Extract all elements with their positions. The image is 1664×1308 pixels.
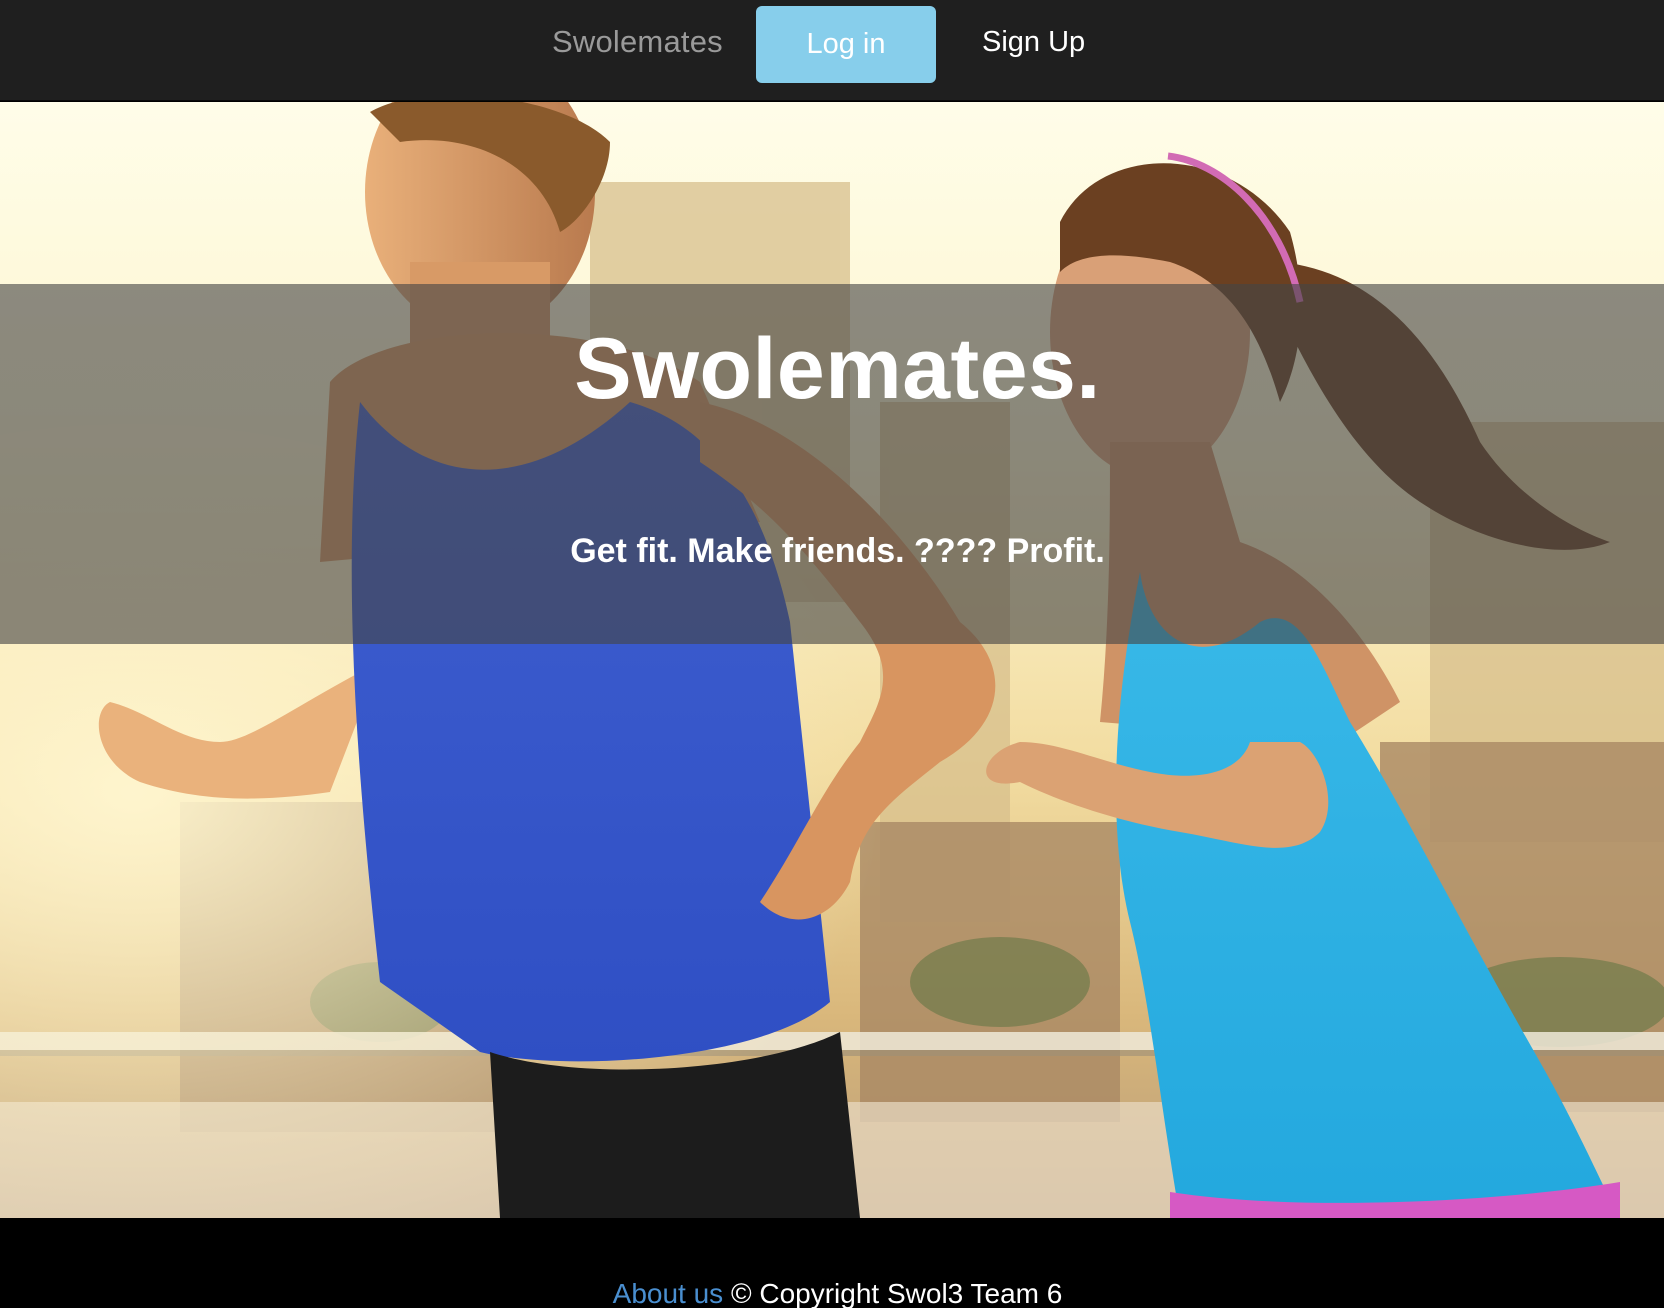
hero-background-photo: [0, 102, 1664, 1218]
hero-title: Swolemates.: [574, 321, 1101, 417]
about-us-link[interactable]: About us: [613, 1278, 724, 1308]
top-navbar: Swolemates Log in Sign Up: [0, 0, 1664, 101]
login-button[interactable]: Log in: [756, 6, 936, 83]
signup-button[interactable]: Sign Up: [982, 26, 1085, 59]
footer-text-line: About us © Copyright Swol3 Team 6: [0, 1278, 1664, 1308]
landing-page: Swolemates Log in Sign Up Swolemates. Ge…: [0, 0, 1664, 1308]
brand-link[interactable]: Swolemates: [552, 24, 723, 60]
hero-tagline: Get fit. Make friends. ???? Profit.: [570, 532, 1105, 570]
copyright-text: © Copyright Swol3 Team 6: [730, 1278, 1063, 1308]
runners-illustration: [0, 102, 1664, 1218]
page-footer: About us © Copyright Swol3 Team 6: [0, 1218, 1664, 1308]
